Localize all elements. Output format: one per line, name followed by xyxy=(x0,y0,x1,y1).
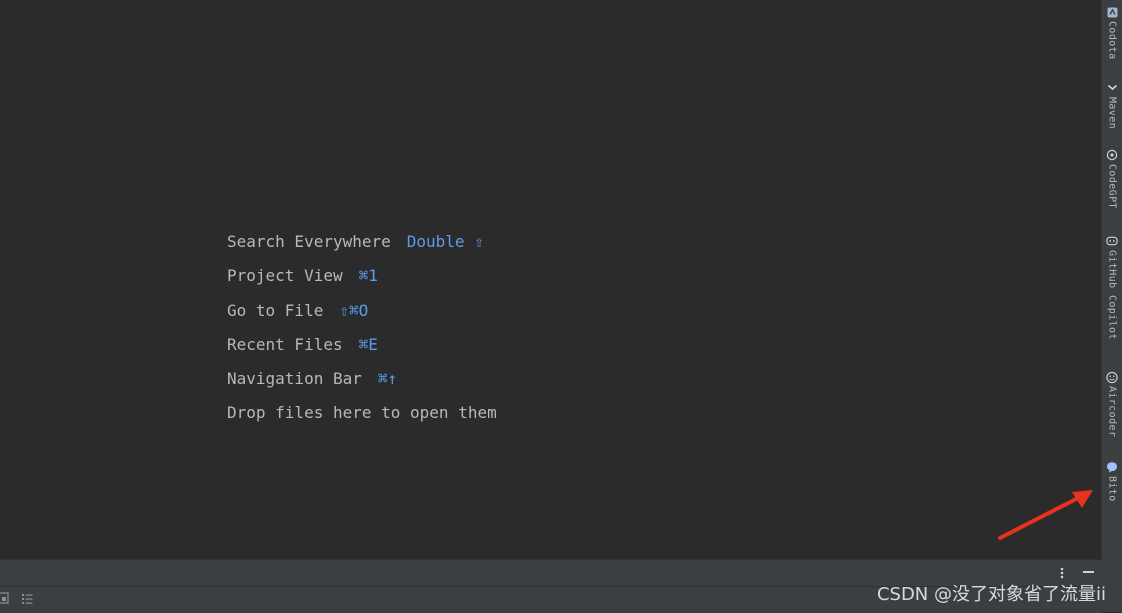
editor-empty-area[interactable]: Search Everywhere Double ⇧ Project View ⌘1… xyxy=(0,0,1102,559)
tool-window-label: Aircoder xyxy=(1106,386,1118,438)
tool-window-label: Bito xyxy=(1106,476,1118,502)
more-options-icon[interactable] xyxy=(1058,566,1066,580)
watermark: CSDN @没了对象省了流量ii xyxy=(876,584,1106,605)
hint-label: Search Everywhere xyxy=(227,232,391,251)
right-tool-window-bar: Codota Maven CodeGPT GitHub Copilot Airc… xyxy=(1101,0,1122,612)
hint-search-everywhere: Search Everywhere Double ⇧ xyxy=(227,231,497,265)
minimize-icon[interactable] xyxy=(1083,571,1094,573)
hint-navigation-bar: Navigation Bar ⌘↑ xyxy=(227,368,497,402)
hint-label: Project View xyxy=(227,266,343,286)
hint-shortcut: ⌘1 xyxy=(358,266,378,286)
aircoder-icon xyxy=(1106,371,1118,383)
event-list-icon[interactable] xyxy=(21,592,34,605)
hint-go-to-file: Go to File ⇧⌘O xyxy=(227,300,497,334)
codota-icon xyxy=(1106,6,1118,18)
bito-icon xyxy=(1106,461,1118,473)
hint-label: Navigation Bar xyxy=(227,369,362,389)
hint-drop-files: Drop files here to open them xyxy=(227,402,497,436)
tool-window-label: Codota xyxy=(1106,21,1118,60)
tool-window-label: GitHub Copilot xyxy=(1106,250,1118,340)
tool-window-github-copilot[interactable]: GitHub Copilot xyxy=(1102,235,1122,340)
hint-shortcut: Double ⇧ xyxy=(406,232,484,251)
github-copilot-icon xyxy=(1106,235,1118,247)
hint-recent-files: Recent Files ⌘E xyxy=(227,334,497,368)
tool-window-codota[interactable]: Codota xyxy=(1102,6,1122,60)
tool-window-label: CodeGPT xyxy=(1106,164,1118,209)
tool-window-label: Maven xyxy=(1106,97,1118,130)
hint-shortcut: ⇧⌘O xyxy=(339,300,369,320)
hint-project-view: Project View ⌘1 xyxy=(227,265,497,299)
hint-label: Drop files here to open them xyxy=(227,403,497,423)
hint-label: Go to File xyxy=(227,300,324,320)
tool-window-maven[interactable]: Maven xyxy=(1102,82,1122,129)
tool-window-codegpt[interactable]: CodeGPT xyxy=(1102,149,1122,209)
hint-label: Recent Files xyxy=(227,334,343,354)
maven-icon xyxy=(1106,82,1118,94)
tool-window-aircoder[interactable]: Aircoder xyxy=(1102,371,1122,437)
annotation-arrow xyxy=(998,490,1093,540)
hint-shortcut: ⌘E xyxy=(358,334,378,354)
hint-shortcut: ⌘↑ xyxy=(377,369,398,389)
codegpt-icon xyxy=(1106,149,1118,161)
tool-window-bito[interactable]: Bito xyxy=(1102,461,1122,502)
empty-editor-hints: Search Everywhere Double ⇧ Project View ⌘1… xyxy=(227,231,497,437)
layout-toggle-icon[interactable] xyxy=(0,592,10,605)
